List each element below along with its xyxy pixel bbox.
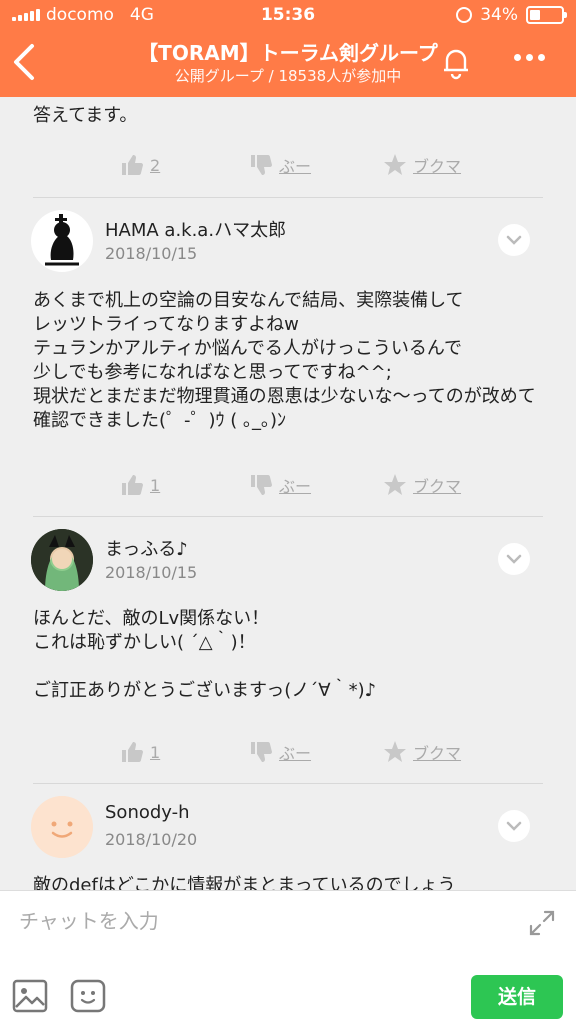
chevron-down-icon[interactable] [498, 224, 530, 256]
bookmark-button[interactable]: ブクマ [383, 740, 461, 764]
like-button[interactable]: 1 [120, 473, 160, 497]
post-header: Sonody-h 2018/10/20 [0, 796, 576, 860]
post-date: 2018/10/15 [105, 563, 198, 582]
author-name[interactable]: HAMA a.k.a.ハマ太郎 [105, 216, 286, 242]
expand-icon[interactable] [528, 909, 556, 937]
post-header: HAMA a.k.a.ハマ太郎 2018/10/15 [0, 210, 576, 274]
chat-input-bar: チャットを入力 送信 [0, 890, 576, 1024]
battery-percent: 34% [480, 5, 518, 25]
avatar[interactable] [31, 796, 93, 858]
more-menu-icon[interactable] [514, 54, 545, 61]
send-button[interactable]: 送信 [471, 975, 563, 1019]
boo-label: ぶー [279, 477, 312, 496]
bookmark-button[interactable]: ブクマ [383, 473, 461, 497]
app-header: docomo 4G 15:36 34% 【TORAM】トーラム剣グループ 公開グ… [0, 0, 576, 97]
boo-label: ぶー [279, 157, 312, 176]
thumbs-up-icon [122, 155, 143, 175]
sticker-icon[interactable] [70, 979, 106, 1013]
like-button[interactable]: 2 [120, 153, 160, 177]
title-area: 【TORAM】トーラム剣グループ 公開グループ / 18538人が参加中 [0, 40, 576, 86]
chevron-down-icon[interactable] [498, 543, 530, 575]
star-icon [384, 474, 406, 495]
post-actions: 2 ぶー ブクマ [0, 153, 576, 183]
post-date: 2018/10/20 [105, 830, 198, 849]
thumbs-down-icon [251, 742, 272, 762]
thumbs-up-icon [122, 742, 143, 762]
post-actions: 1 ぶー ブクマ [0, 740, 576, 770]
chat-input[interactable]: チャットを入力 [19, 905, 159, 934]
boo-button[interactable]: ぶー [249, 473, 311, 497]
bell-icon[interactable] [438, 44, 474, 80]
post-actions: 1 ぶー ブクマ [0, 473, 576, 503]
divider [33, 516, 543, 517]
thumbs-down-icon [251, 475, 272, 495]
thumbs-up-icon [122, 475, 143, 495]
post-body: あくまで机上の空論の目安なんで結局、実際装備して レッツトライってなりますよねw… [33, 290, 536, 431]
avatar[interactable] [31, 210, 93, 272]
like-count: 1 [150, 475, 161, 495]
post-body: 敵のdefはどこかに情報がまとまっているのでしょう [33, 875, 456, 890]
rotation-lock-icon [456, 7, 473, 23]
group-subtitle: 公開グループ / 18538人が参加中 [174, 67, 402, 85]
boo-label: ぶー [279, 744, 312, 763]
boo-button[interactable]: ぶー [249, 153, 311, 177]
message-feed[interactable]: 答えてます。 2 ぶー ブクマ HAMA a.k.a.ハマ太郎 2018/10/… [0, 97, 576, 890]
bookmark-label: ブクマ [413, 477, 462, 496]
like-button[interactable]: 1 [120, 740, 160, 764]
like-count: 2 [150, 155, 161, 175]
divider [33, 197, 543, 198]
image-icon[interactable] [12, 979, 48, 1013]
boo-button[interactable]: ぶー [249, 740, 311, 764]
post-body: ほんとだ、敵のLv関係ない！ これは恥ずかしい( ´△｀)！ ご訂正ありがとうご… [33, 608, 377, 701]
avatar[interactable] [31, 529, 93, 591]
author-name[interactable]: まっふる♪ [105, 535, 188, 561]
like-count: 1 [150, 742, 161, 762]
previous-message-tail: 答えてます。 [33, 105, 138, 126]
group-title: 【TORAM】トーラム剣グループ [138, 41, 438, 65]
thumbs-down-icon [251, 155, 272, 175]
post-header: まっふる♪ 2018/10/15 [0, 529, 576, 593]
divider [33, 783, 543, 784]
chevron-down-icon[interactable] [498, 810, 530, 842]
star-icon [384, 154, 406, 175]
post-date: 2018/10/15 [105, 244, 198, 263]
bookmark-label: ブクマ [413, 744, 462, 763]
bookmark-button[interactable]: ブクマ [383, 153, 461, 177]
author-name[interactable]: Sonody-h [105, 802, 190, 823]
bookmark-label: ブクマ [413, 157, 462, 176]
battery-icon [526, 6, 567, 24]
star-icon [384, 741, 406, 762]
status-bar: docomo 4G 15:36 34% [0, 0, 576, 30]
